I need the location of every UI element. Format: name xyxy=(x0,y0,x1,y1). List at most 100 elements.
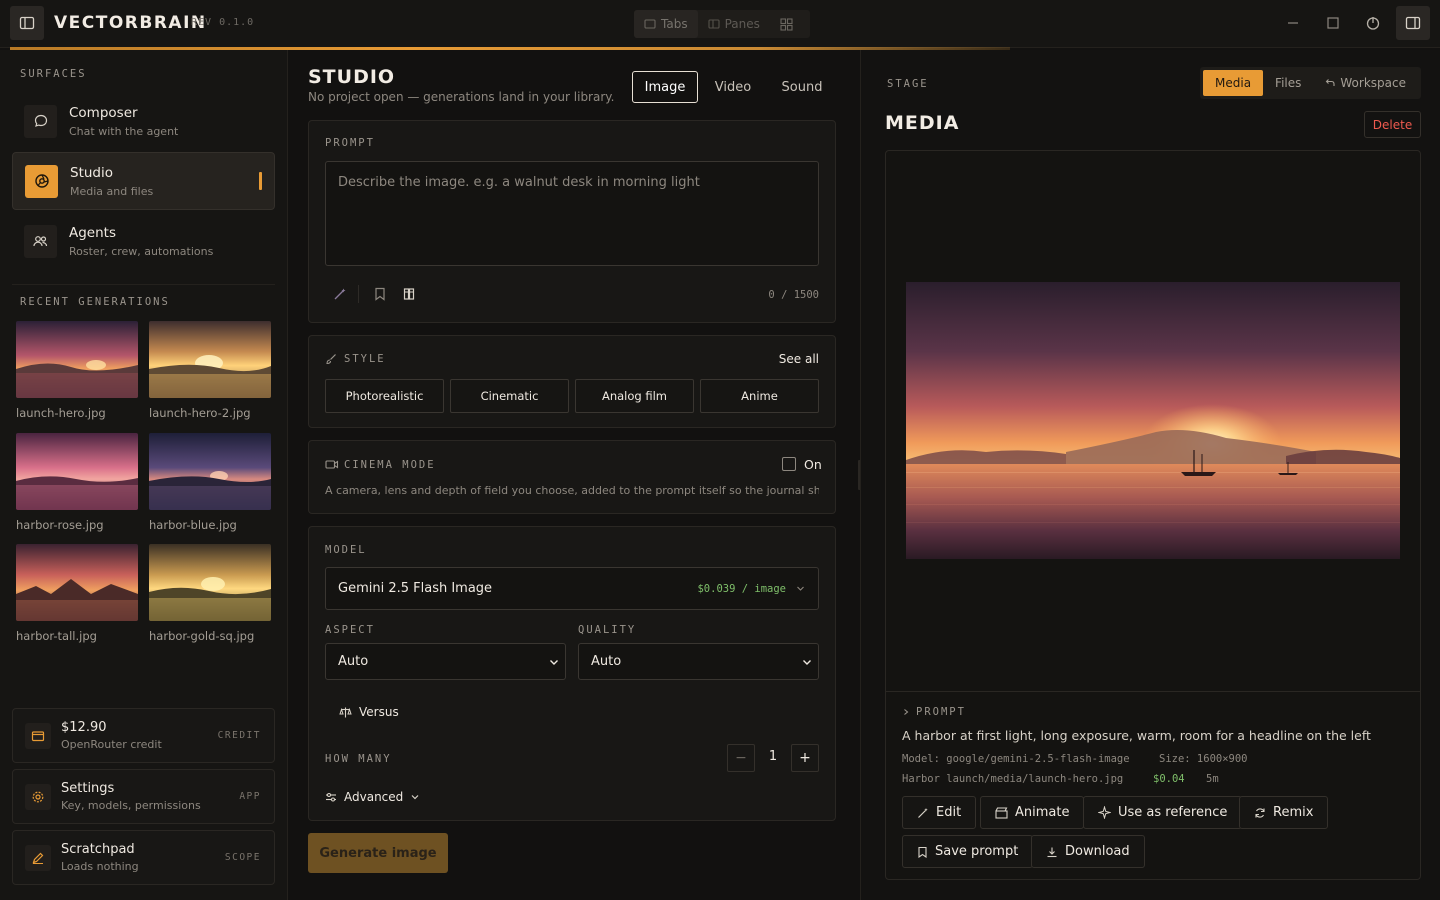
stage-tab-workspace[interactable]: Workspace xyxy=(1313,70,1418,96)
animate-button[interactable]: Animate xyxy=(980,796,1085,829)
edit-button[interactable]: Edit xyxy=(902,796,977,829)
refresh-icon xyxy=(1255,807,1265,818)
view-mode-panes[interactable]: Panes xyxy=(698,10,770,38)
maximize-button[interactable] xyxy=(1319,9,1347,37)
animate-label: Animate xyxy=(1015,805,1070,820)
download-label: Download xyxy=(1065,844,1130,859)
brush-icon xyxy=(325,353,337,365)
prompt-input[interactable]: Describe the image. e.g. a walnut desk i… xyxy=(325,161,819,266)
settings-title: Settings xyxy=(61,781,115,796)
recent-thumb-label: harbor-rose.jpg xyxy=(16,518,104,532)
media-path-line: Harbor launch/media/launch-hero.jpg xyxy=(902,773,1124,785)
toolbar-divider xyxy=(358,285,359,303)
generate-image-button[interactable]: Generate image xyxy=(308,833,448,873)
credit-card[interactable]: $12.90 OpenRouter credit CREDIT xyxy=(12,708,275,763)
save-prompt-button[interactable]: Save prompt xyxy=(902,835,1034,868)
app-brand: VECTORBRAIN xyxy=(54,13,207,33)
wallet-icon xyxy=(31,730,45,741)
chevron-right-icon xyxy=(904,709,909,715)
sparkle-icon xyxy=(1098,806,1111,819)
cinema-mode-label: CINEMA MODE xyxy=(344,459,436,471)
enhance-prompt-button[interactable] xyxy=(333,287,347,301)
books-icon xyxy=(403,288,415,300)
sidebar-item-studio[interactable]: Studio Media and files xyxy=(12,152,275,210)
surfaces-title: SURFACES xyxy=(20,68,87,80)
aspect-label: ASPECT xyxy=(325,624,375,636)
recent-thumb-label: harbor-gold-sq.jpg xyxy=(149,629,255,643)
style-option-anime[interactable]: Anime xyxy=(700,379,819,413)
pencil-icon xyxy=(32,852,44,864)
sidebar-divider xyxy=(12,284,275,285)
nav-icon-wrap xyxy=(25,783,51,810)
stage-panel: STAGE Media Files Workspace MEDIA Delete xyxy=(860,50,1440,900)
stage-tab-workspace-label: Workspace xyxy=(1340,76,1406,90)
style-see-all-link[interactable]: See all xyxy=(779,352,819,366)
stage-tab-media[interactable]: Media xyxy=(1203,70,1264,96)
increment-button[interactable]: + xyxy=(791,744,819,772)
media-cost: $0.04 xyxy=(1153,773,1185,785)
quality-select[interactable]: Auto xyxy=(578,643,819,680)
magic-wand-icon xyxy=(918,807,928,818)
settings-subtitle: Key, models, permissions xyxy=(61,799,201,812)
style-option-cinematic[interactable]: Cinematic xyxy=(450,379,569,413)
cinema-mode-description: A camera, lens and depth of field you ch… xyxy=(325,484,819,497)
magic-wand-icon xyxy=(334,288,346,300)
advanced-toggle[interactable]: Advanced xyxy=(325,790,420,804)
remix-button[interactable]: Remix xyxy=(1239,796,1329,829)
media-size-line: Size: 1600×900 xyxy=(1159,753,1248,765)
tab-video[interactable]: Video xyxy=(706,71,760,103)
view-mode-tabs[interactable]: Tabs xyxy=(634,10,698,38)
delete-button[interactable]: Delete xyxy=(1364,111,1421,138)
toggle-sidebar-button[interactable] xyxy=(10,6,44,40)
versus-button[interactable]: Versus xyxy=(339,705,399,719)
recent-thumb-launch-hero[interactable] xyxy=(16,321,138,398)
video-camera-icon xyxy=(325,459,339,470)
style-option-analog-film[interactable]: Analog film xyxy=(575,379,694,413)
aspect-select[interactable]: Auto xyxy=(325,643,566,680)
decrement-button[interactable]: − xyxy=(727,744,755,772)
view-mode-grid[interactable] xyxy=(770,10,803,38)
media-prompt-label: PROMPT xyxy=(916,706,966,718)
media-preview-image[interactable] xyxy=(906,282,1400,559)
prompt-disclosure[interactable]: PROMPT xyxy=(902,706,966,718)
toggle-right-panel-button[interactable] xyxy=(1396,6,1430,40)
power-button[interactable] xyxy=(1359,9,1387,37)
maximize-icon xyxy=(1327,17,1339,29)
settings-card[interactable]: Settings Key, models, permissions APP xyxy=(12,769,275,824)
prompt-label: PROMPT xyxy=(325,137,375,149)
media-model-line: Model: google/gemini-2.5-flash-image xyxy=(902,753,1130,765)
minimize-button[interactable] xyxy=(1279,9,1307,37)
tab-image[interactable]: Image xyxy=(632,71,698,103)
download-button[interactable]: Download xyxy=(1031,835,1145,868)
model-select[interactable]: Gemini 2.5 Flash Image $0.039 / image xyxy=(325,567,819,610)
return-arrow-icon xyxy=(1326,79,1335,86)
prompt-panel: PROMPT Describe the image. e.g. a walnut… xyxy=(308,120,836,323)
scratchpad-card[interactable]: Scratchpad Loads nothing SCOPE xyxy=(12,830,275,885)
recent-thumb-harbor-blue[interactable] xyxy=(149,433,271,510)
sidebar-item-composer[interactable]: Composer Chat with the agent xyxy=(12,92,275,150)
model-label: MODEL xyxy=(325,544,367,556)
cinema-mode-checkbox[interactable] xyxy=(782,457,796,471)
recent-thumb-launch-hero-2[interactable] xyxy=(149,321,271,398)
recent-thumb-label: launch-hero.jpg xyxy=(16,406,106,420)
recent-thumb-harbor-rose[interactable] xyxy=(16,433,138,510)
settings-tag: APP xyxy=(239,791,261,802)
recent-thumb-harbor-gold-sq[interactable] xyxy=(149,544,271,621)
prompt-library-button[interactable] xyxy=(403,287,417,301)
clapper-icon xyxy=(995,806,1008,819)
page-subtitle: No project open — generations land in yo… xyxy=(308,90,615,104)
style-panel: STYLE See all Photorealistic Cinematic A… xyxy=(308,335,836,428)
cinema-mode-panel: CINEMA MODE On A camera, lens and depth … xyxy=(308,440,836,514)
stage-tab-files[interactable]: Files xyxy=(1263,70,1313,96)
use-as-reference-button[interactable]: Use as reference xyxy=(1083,796,1243,829)
sidebar-item-agents[interactable]: Agents Roster, crew, automations xyxy=(12,212,275,270)
recent-thumb-harbor-tall[interactable] xyxy=(16,544,138,621)
tab-sound[interactable]: Sound xyxy=(772,71,832,103)
style-option-photorealistic[interactable]: Photorealistic xyxy=(325,379,444,413)
recent-thumb-label: harbor-tall.jpg xyxy=(16,629,97,643)
page-title: STUDIO xyxy=(308,66,396,88)
download-icon xyxy=(1047,847,1057,857)
media-preview-frame: PROMPT A harbor at first light, long exp… xyxy=(885,150,1421,880)
bookmark-prompt-button[interactable] xyxy=(374,287,386,301)
edit-label: Edit xyxy=(936,805,962,820)
